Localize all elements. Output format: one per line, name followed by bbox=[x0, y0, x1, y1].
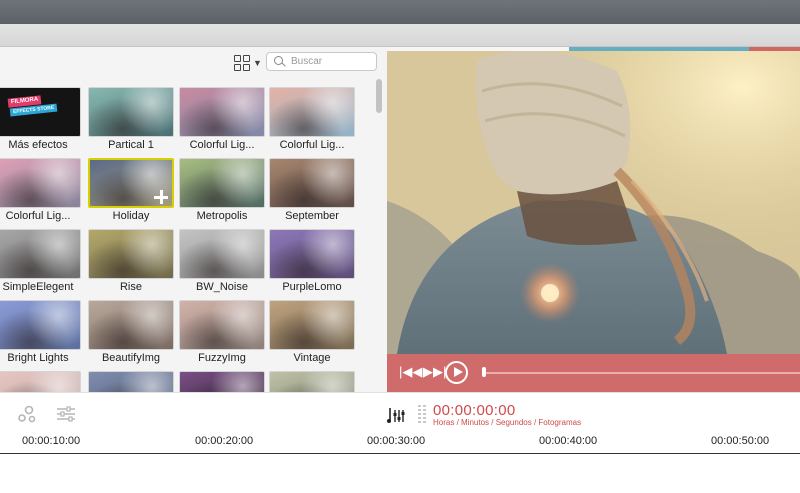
skip-forward-icon[interactable]: ▶▶| bbox=[423, 364, 446, 380]
effect-label: SimpleElegent bbox=[2, 281, 74, 293]
effect-thumbnail[interactable] bbox=[88, 229, 174, 279]
effect-tile[interactable] bbox=[269, 371, 355, 392]
timecode-display: 00:00:00:00 bbox=[433, 402, 516, 419]
effect-thumbnail[interactable] bbox=[269, 229, 355, 279]
effect-tile[interactable]: Partical 1 bbox=[88, 87, 174, 151]
ruler-time-label: 00:00:30:00 bbox=[367, 435, 426, 447]
effect-tile[interactable]: Holiday bbox=[88, 158, 174, 222]
effect-label: FuzzyImg bbox=[198, 352, 246, 364]
ruler-time-label: 00:00:10:00 bbox=[22, 435, 81, 447]
effect-thumbnail[interactable] bbox=[179, 87, 265, 137]
play-button[interactable] bbox=[445, 361, 468, 384]
ruler-time-label: 00:00:20:00 bbox=[195, 435, 254, 447]
scrollbar-track[interactable] bbox=[374, 79, 384, 392]
adjust-icon[interactable] bbox=[55, 404, 77, 424]
skip-back-icon[interactable]: |◀◀ bbox=[399, 364, 422, 380]
effect-tile[interactable]: Vintage bbox=[269, 300, 355, 364]
effect-thumbnail[interactable] bbox=[269, 300, 355, 350]
effect-thumbnail[interactable] bbox=[179, 229, 265, 279]
effects-icon[interactable] bbox=[16, 404, 38, 424]
effect-thumbnail[interactable] bbox=[88, 158, 174, 208]
effect-label: Colorful Lig... bbox=[279, 139, 345, 151]
ruler-time-label: 00:00:40:00 bbox=[539, 435, 598, 447]
effect-label: BeautifyImg bbox=[101, 352, 161, 364]
effect-tile[interactable]: SimpleElegent bbox=[0, 229, 81, 293]
effect-label: Colorful Lig... bbox=[189, 139, 255, 151]
audio-level-meter bbox=[418, 405, 427, 425]
effect-thumbnail[interactable] bbox=[88, 300, 174, 350]
effect-label: BW_Noise bbox=[196, 281, 248, 293]
effect-tile[interactable]: Colorful Lig... bbox=[269, 87, 355, 151]
ruler-time-label: 00:00:50:00 bbox=[711, 435, 770, 447]
effect-label: PurpleLomo bbox=[282, 281, 342, 293]
effect-tile[interactable]: September bbox=[269, 158, 355, 222]
effect-tile[interactable] bbox=[0, 371, 81, 392]
view-mode-button[interactable]: ▼ bbox=[234, 53, 264, 73]
panel-header: ▼ bbox=[0, 47, 387, 79]
video-frame-image bbox=[387, 51, 800, 354]
effect-label: Vintage bbox=[293, 352, 331, 364]
effect-tile[interactable]: FuzzyImg bbox=[179, 300, 265, 364]
effect-label: September bbox=[285, 210, 339, 222]
effect-tile[interactable]: BW_Noise bbox=[179, 229, 265, 293]
effect-thumbnail[interactable] bbox=[179, 371, 265, 392]
search-icon bbox=[274, 56, 285, 67]
effect-tile[interactable] bbox=[88, 371, 174, 392]
preview-panel: |◀◀ ▶▶| bbox=[387, 47, 800, 392]
search-box[interactable] bbox=[266, 52, 377, 71]
video-preview[interactable] bbox=[387, 51, 800, 354]
effect-tile[interactable]: BeautifyImg bbox=[88, 300, 174, 364]
effect-label: Metropolis bbox=[196, 210, 248, 222]
playback-controls: |◀◀ ▶▶| bbox=[387, 354, 800, 392]
seek-handle[interactable] bbox=[482, 367, 486, 377]
timeline-toolbar: 00:00:00:00 Horas / Minutos / Segundos /… bbox=[0, 392, 800, 432]
effect-thumbnail[interactable] bbox=[88, 371, 174, 392]
audio-mixer-icon[interactable] bbox=[386, 404, 408, 424]
effect-thumbnail[interactable] bbox=[269, 87, 355, 137]
timecode-format-hint: Horas / Minutos / Segundos / Fotogramas bbox=[433, 418, 582, 427]
search-input[interactable] bbox=[291, 56, 371, 67]
timeline-ruler[interactable]: 00:00:10:00 00:00:20:00 00:00:30:00 00:00:4… bbox=[0, 432, 800, 454]
effect-tile[interactable] bbox=[179, 371, 265, 392]
app-window: FILMORA EFFECTS STORE Más efectos Partical … bbox=[0, 0, 800, 493]
add-icon[interactable] bbox=[154, 190, 168, 204]
effects-panel: FILMORA EFFECTS STORE Más efectos Partical … bbox=[0, 47, 387, 392]
effect-tile[interactable]: Metropolis bbox=[179, 158, 265, 222]
effect-thumbnail[interactable] bbox=[0, 371, 81, 392]
grid-view-icon bbox=[234, 55, 250, 71]
title-bar bbox=[0, 0, 800, 24]
effect-label: Más efectos bbox=[8, 139, 68, 151]
effect-tile[interactable]: Bright Lights bbox=[0, 300, 81, 364]
effect-label: Holiday bbox=[112, 210, 150, 222]
effect-thumbnail[interactable] bbox=[179, 300, 265, 350]
scrollbar-thumb[interactable] bbox=[376, 79, 382, 113]
seek-bar[interactable] bbox=[483, 372, 800, 374]
effects-grid: FILMORA EFFECTS STORE Más efectos Partical … bbox=[0, 47, 370, 392]
chevron-down-icon: ▼ bbox=[253, 58, 262, 68]
effect-label: Partical 1 bbox=[108, 139, 154, 151]
effect-tile[interactable]: Rise bbox=[88, 229, 174, 293]
effect-thumbnail[interactable] bbox=[269, 371, 355, 392]
effect-tile[interactable]: FILMORA EFFECTS STORE Más efectos bbox=[0, 87, 81, 151]
effect-tile[interactable]: Colorful Lig... bbox=[0, 158, 81, 222]
timeline-track-area[interactable] bbox=[0, 454, 800, 493]
effect-thumbnail[interactable] bbox=[0, 229, 81, 279]
effect-label: Colorful Lig... bbox=[5, 210, 71, 222]
effect-thumbnail[interactable] bbox=[179, 158, 265, 208]
toolbar-strip bbox=[0, 24, 800, 47]
effect-thumbnail[interactable] bbox=[0, 300, 81, 350]
effect-thumbnail[interactable] bbox=[0, 158, 81, 208]
effect-tile[interactable]: Colorful Lig... bbox=[179, 87, 265, 151]
effect-label: Bright Lights bbox=[7, 352, 69, 364]
effect-label: Rise bbox=[119, 281, 142, 293]
effect-thumbnail[interactable] bbox=[88, 87, 174, 137]
effect-thumbnail[interactable] bbox=[269, 158, 355, 208]
effect-tile[interactable]: PurpleLomo bbox=[269, 229, 355, 293]
effect-thumbnail[interactable]: FILMORA EFFECTS STORE bbox=[0, 87, 81, 137]
